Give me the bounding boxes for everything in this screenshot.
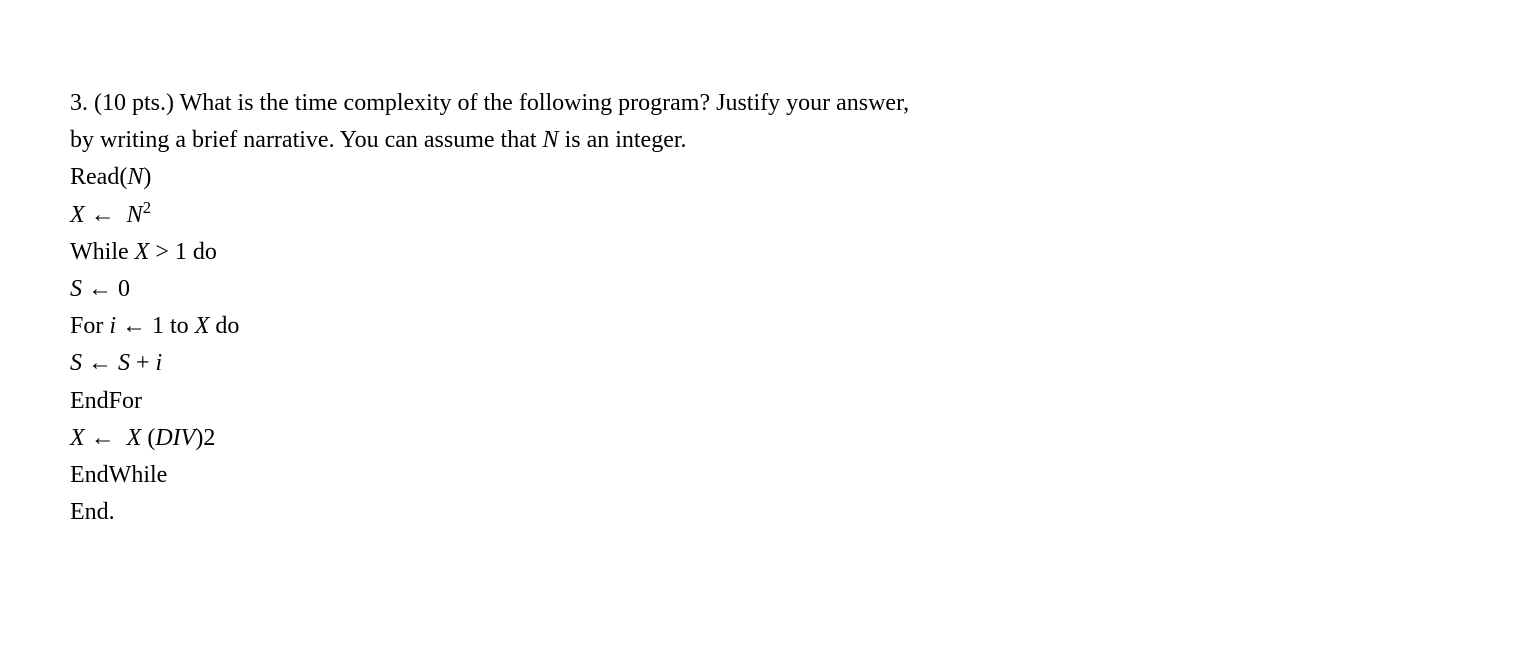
pseudo-line-1: Read(N) (70, 159, 990, 196)
variable-N: N (127, 202, 143, 228)
variable-X: X (195, 313, 210, 339)
exponent-2: 2 (143, 198, 151, 217)
div-operator: DIV (155, 425, 195, 451)
endwhile-keyword: EndWhile (70, 462, 167, 488)
while-condition: > 1 do (149, 239, 217, 265)
variable-i: i (109, 313, 116, 339)
literal-two: 2 (203, 425, 215, 451)
variable-S: S (118, 350, 130, 376)
question-block: 3. (10 pts.) What is the time complexity… (70, 85, 990, 531)
prompt-text-1: What is the time complexity of the follo… (180, 90, 910, 116)
literal-one-to: 1 to (152, 313, 195, 339)
pseudo-line-4: S ← 0 (70, 271, 990, 308)
assign-arrow: ← (82, 345, 118, 382)
prompt-text-2: by writing a brief narrative. You can as… (70, 127, 543, 153)
question-prompt-line2: by writing a brief narrative. You can as… (70, 122, 990, 159)
pseudo-line-3: While X > 1 do (70, 234, 990, 271)
variable-N: N (543, 127, 559, 153)
pseudo-line-7: EndFor (70, 383, 990, 420)
read-keyword: Read( (70, 164, 127, 190)
variable-X: X (135, 239, 150, 265)
variable-X: X (70, 425, 85, 451)
assign-arrow: ← (85, 197, 121, 234)
variable-N: N (127, 164, 143, 190)
assign-arrow: ← (85, 420, 121, 457)
variable-S: S (70, 350, 82, 376)
pseudo-line-8: X ← X (DIV)2 (70, 420, 990, 457)
prompt-text-3: is an integer. (559, 127, 687, 153)
variable-X: X (121, 425, 148, 451)
for-keyword: For (70, 313, 109, 339)
question-number: 3. (70, 90, 88, 116)
variable-i: i (156, 350, 163, 376)
pseudo-line-10: End. (70, 494, 990, 531)
variable-X: X (70, 202, 85, 228)
pseudo-line-2: X ← N2 (70, 197, 990, 234)
question-prompt-line1: 3. (10 pts.) What is the time complexity… (70, 85, 990, 122)
while-keyword: While (70, 239, 135, 265)
variable-S: S (70, 276, 82, 302)
endfor-keyword: EndFor (70, 388, 142, 414)
plus-operator: + (130, 350, 156, 376)
assign-arrow: ← (82, 271, 118, 308)
pseudo-line-9: EndWhile (70, 457, 990, 494)
question-points: (10 pts.) (94, 90, 174, 116)
end-keyword: End. (70, 499, 115, 525)
do-keyword: do (209, 313, 239, 339)
literal-zero: 0 (118, 276, 130, 302)
pseudo-line-5: For i ← 1 to X do (70, 308, 990, 345)
assign-arrow: ← (116, 308, 152, 345)
pseudo-line-6: S ← S + i (70, 345, 990, 382)
paren-close: ) (143, 164, 151, 190)
